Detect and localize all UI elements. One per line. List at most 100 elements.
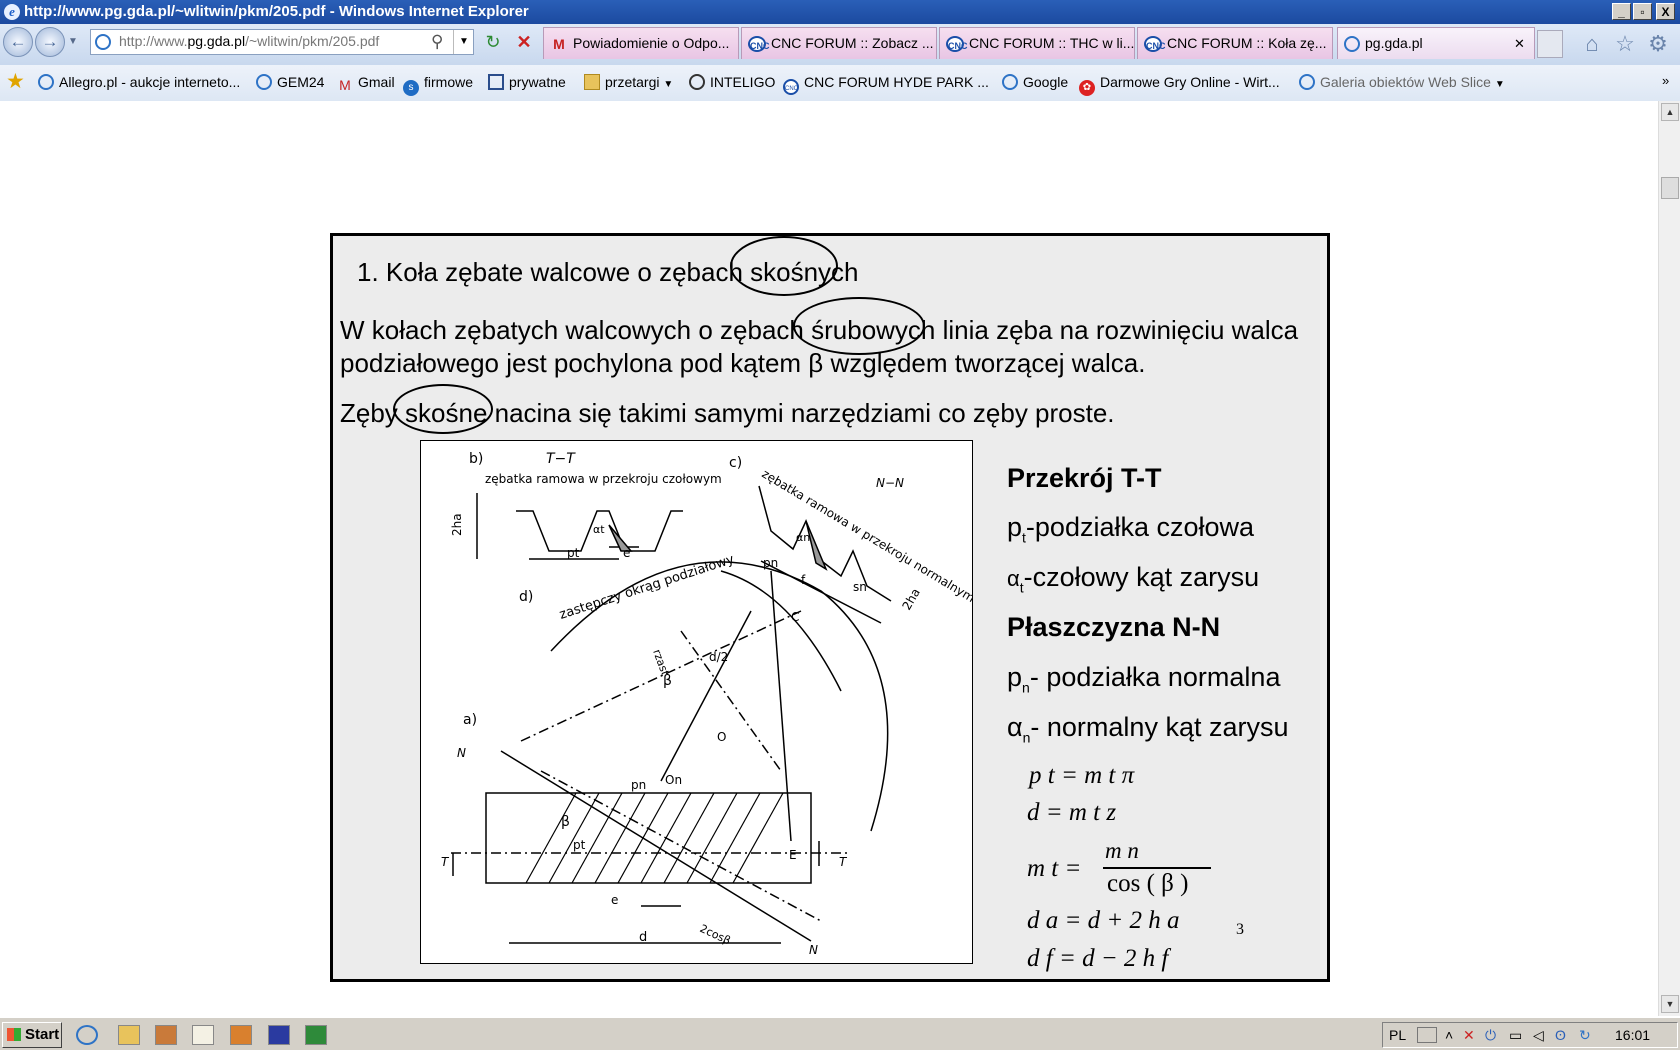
chevron-up-icon[interactable]: ˄ [1445, 1023, 1453, 1047]
refresh-icon[interactable]: ↻ [481, 30, 505, 54]
label-e-point: E [789, 848, 797, 862]
document-quicklaunch-icon[interactable] [192, 1025, 214, 1045]
power-icon[interactable]: ⏻ [1485, 1023, 1496, 1047]
address-bar[interactable]: http://www.pg.gda.pl/~wlitwin/pkm/205.pd… [90, 29, 474, 55]
label-2ha-normal: 2ha [899, 586, 922, 613]
system-tray: PL ˄ ✕ ⏻ ▭ ◁ ʘ ↻ 16:01 [1382, 1022, 1678, 1048]
gmail-icon: M [553, 36, 565, 53]
favorite-google[interactable]: Google [1002, 74, 1068, 90]
page-globe-icon [95, 34, 111, 50]
favorite-przetargi[interactable]: przetargi ▼ [584, 74, 673, 90]
section-line-nn [500, 750, 812, 942]
network-icon[interactable]: ✕ [1463, 1023, 1475, 1047]
language-indicator[interactable]: PL [1389, 1023, 1406, 1047]
caption-d: zastępczy okrąg podziałowy [558, 552, 737, 623]
favorite-gem24[interactable]: GEM24 [256, 74, 324, 90]
label-f: f [801, 573, 806, 587]
stop-icon[interactable]: ✕ [512, 30, 536, 54]
tools-gear-icon[interactable]: ⚙ [1646, 32, 1670, 56]
label-d-half: d/2 [709, 650, 728, 664]
favorites-star-icon[interactable]: ☆ [1613, 32, 1637, 56]
favorite-cnc-hyde-park[interactable]: CNC CNC FORUM HYDE PARK ... [783, 74, 989, 95]
favorites-star-add-icon[interactable]: ★ [6, 71, 30, 93]
tab-cnc-thc[interactable]: CNC CNC FORUM :: THC w li... [939, 27, 1135, 59]
more-chevron-icon[interactable]: » [1662, 73, 1669, 88]
explorer-quicklaunch-icon[interactable] [118, 1025, 140, 1045]
new-tab-button[interactable] [1537, 30, 1563, 58]
scroll-down-icon[interactable]: ▼ [1661, 995, 1679, 1013]
label-pn: pn [763, 556, 778, 570]
tab-cnc-zobacz[interactable]: CNC CNC FORUM :: Zobacz ... [741, 27, 937, 59]
camera-quicklaunch-icon[interactable] [230, 1025, 252, 1045]
ie-quicklaunch-icon[interactable] [76, 1025, 98, 1045]
favorite-web-slice-gallery[interactable]: Galeria obiektów Web Slice ▼ [1299, 74, 1505, 90]
games-icon: ✿ [1079, 80, 1095, 96]
formula-mt-numerator: m n [1105, 838, 1139, 863]
label-alpha-t: αt [593, 523, 605, 536]
back-button[interactable]: ← [3, 27, 33, 57]
save-quicklaunch-icon[interactable] [268, 1025, 290, 1045]
scroll-thumb[interactable] [1661, 177, 1679, 199]
media-quicklaunch-icon[interactable] [155, 1025, 177, 1045]
sync-icon[interactable]: ↻ [1579, 1023, 1591, 1047]
formula-da: d a = d + 2 h a [1027, 907, 1180, 934]
label-n-top: N [457, 746, 466, 760]
ie-page-icon [1344, 36, 1360, 53]
forward-arrow-icon: → [41, 32, 59, 51]
tab-powiadomienie[interactable]: M Powiadomienie o Odpo... [543, 27, 739, 59]
favorite-gmail[interactable]: M Gmail [337, 74, 394, 93]
window-icon [488, 74, 504, 90]
ie-page-icon [38, 74, 54, 90]
forward-button[interactable]: → [35, 27, 65, 57]
address-url[interactable]: http://www.pg.gda.pl/~wlitwin/pkm/205.pd… [119, 33, 379, 49]
label-nn: N−N [876, 476, 904, 490]
close-tab-icon[interactable]: ✕ [1514, 28, 1525, 59]
minimize-button[interactable]: _ [1612, 3, 1631, 20]
scroll-up-icon[interactable]: ▲ [1661, 103, 1679, 121]
restore-button[interactable]: ▫ [1633, 3, 1652, 20]
favorite-prywatne[interactable]: prywatne [488, 74, 566, 90]
def-pn: pn- podziałka normalna [1007, 662, 1281, 696]
label-tt: T−T [546, 451, 576, 467]
window-titlebar: e http://www.pg.gda.pl/~wlitwin/pkm/205.… [0, 0, 1680, 24]
label-rzast: rzast [650, 648, 672, 679]
close-window-button[interactable]: X [1656, 3, 1675, 20]
bluetooth-icon[interactable]: ʘ [1555, 1023, 1566, 1047]
favorite-firmowe[interactable]: s firmowe [403, 74, 473, 96]
formula-df: d f = d − 2 h f [1027, 945, 1169, 972]
google-icon [1002, 74, 1018, 90]
folder-icon [584, 74, 600, 90]
favorite-allegro[interactable]: Allegro.pl - aukcje interneto... [38, 74, 240, 90]
footnote-number: 3 [1236, 921, 1244, 938]
webslice-icon [1299, 74, 1315, 90]
history-dropdown-icon[interactable]: ▼ [68, 36, 78, 47]
address-dropdown-icon[interactable]: ▼ [453, 30, 474, 54]
chevron-down-icon: ▼ [1494, 79, 1505, 90]
taskbar: Start PL ˄ ✕ ⏻ ▭ ◁ ʘ ↻ 16:01 [0, 1016, 1680, 1050]
label-d: d) [519, 589, 533, 605]
formula-mt-denominator: cos ( β ) [1107, 870, 1189, 897]
label-e: e [623, 546, 630, 560]
tab-cnc-kola[interactable]: CNC CNC FORUM :: Koła zę... [1137, 27, 1333, 59]
search-icon[interactable]: ⚲ [431, 32, 443, 52]
section-heading-tt: Przekrój T-T [1007, 463, 1162, 493]
label-o: O [717, 730, 726, 744]
clock[interactable]: 16:01 [1615, 1023, 1650, 1047]
tab-pg-gda[interactable]: pg.gda.pl ✕ [1337, 27, 1535, 59]
home-icon[interactable]: ⌂ [1580, 32, 1604, 56]
label-pt-rack: pt [573, 838, 586, 852]
start-button[interactable]: Start [2, 1022, 62, 1048]
favorite-inteligo[interactable]: INTELIGO [689, 74, 775, 90]
excel-quicklaunch-icon[interactable] [305, 1025, 327, 1045]
handwritten-circle-annotation [393, 384, 493, 434]
label-t-left: T [441, 855, 450, 869]
keyboard-icon[interactable] [1417, 1027, 1437, 1043]
display-icon[interactable]: ▭ [1509, 1023, 1522, 1047]
chevron-down-icon: ▼ [663, 79, 674, 90]
formula-d: d = m t z [1027, 799, 1117, 826]
favorite-darmowe-gry[interactable]: ✿ Darmowe Gry Online - Wirt... [1079, 74, 1280, 96]
label-pn-rack: pn [631, 778, 646, 792]
volume-icon[interactable]: ◁ [1533, 1023, 1544, 1047]
vertical-scrollbar[interactable]: ▲ ▼ [1658, 101, 1680, 1016]
cnc-icon: CNC [1144, 36, 1166, 53]
